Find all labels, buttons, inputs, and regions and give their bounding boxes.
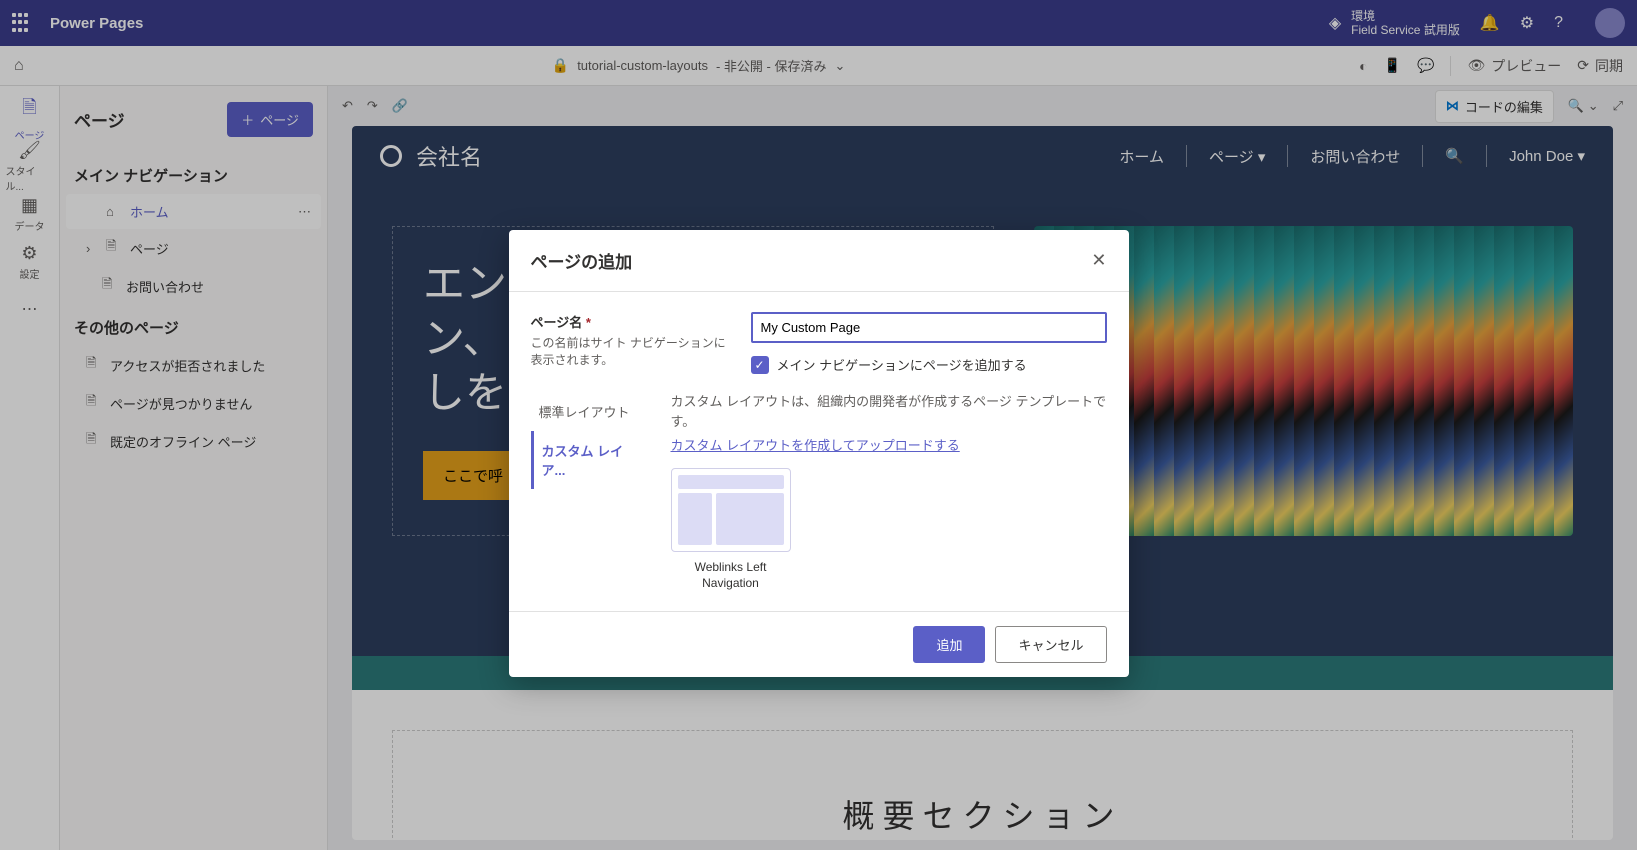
modal-cancel-button[interactable]: キャンセル [995, 626, 1106, 663]
page-name-input[interactable] [751, 312, 1107, 343]
page-name-label: ページ名 * [531, 315, 591, 330]
add-page-modal: ページの追加 ✕ ページ名 * この名前はサイト ナビゲーションに表示されます。… [509, 230, 1129, 677]
modal-add-button[interactable]: 追加 [913, 626, 985, 663]
custom-layout-description: カスタム レイアウトは、組織内の開発者が作成するページ テンプレートです。 [671, 392, 1107, 431]
modal-overlay[interactable]: ページの追加 ✕ ページ名 * この名前はサイト ナビゲーションに表示されます。… [0, 0, 1637, 850]
page-name-help: この名前はサイト ナビゲーションに表示されます。 [531, 335, 731, 369]
modal-title: ページの追加 [531, 248, 633, 273]
add-to-nav-label: メイン ナビゲーションにページを追加する [777, 355, 1027, 374]
layout-template-weblinks[interactable]: Weblinks Left Navigation [671, 468, 791, 591]
layout-template-label: Weblinks Left Navigation [671, 560, 791, 591]
custom-layout-tab[interactable]: カスタム レイア... [531, 431, 651, 489]
standard-layout-tab[interactable]: 標準レイアウト [531, 392, 651, 431]
custom-layout-link[interactable]: カスタム レイアウトを作成してアップロードする [671, 438, 960, 453]
add-to-nav-checkbox[interactable]: ✓ [751, 356, 769, 374]
close-icon[interactable]: ✕ [1091, 250, 1106, 271]
